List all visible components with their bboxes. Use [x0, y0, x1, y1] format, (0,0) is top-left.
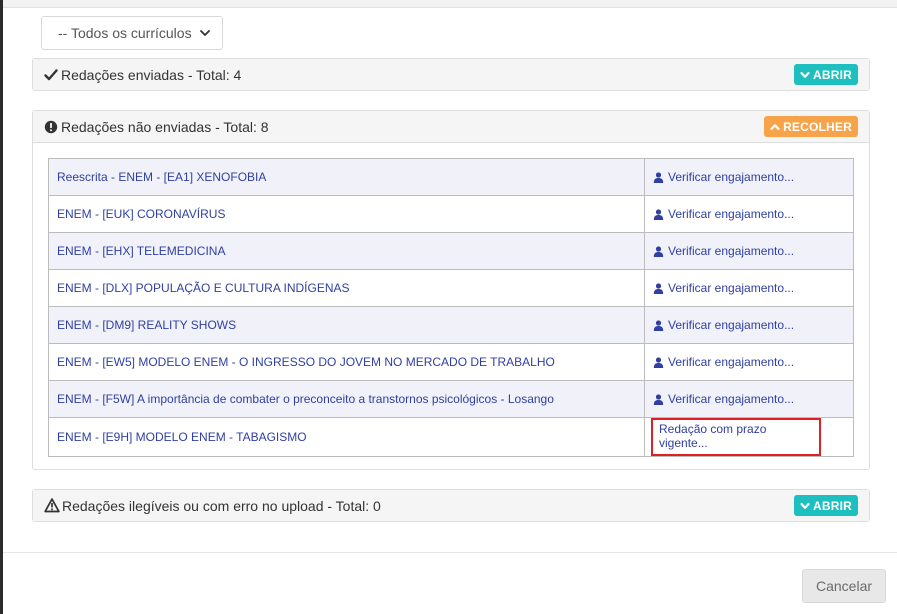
user-icon [653, 393, 664, 405]
essay-name-link[interactable]: ENEM - [E9H] MODELO ENEM - TABAGISMO [48, 417, 645, 457]
panel-not-sent-heading[interactable]: Redações não enviadas - Total: 8 RECOLHE… [33, 111, 869, 143]
collapse-not-sent-button[interactable]: RECOLHER [764, 116, 858, 137]
modal-top-band [3, 0, 897, 8]
essay-name-link[interactable]: ENEM - [EUK] CORONAVÍRUS [48, 195, 645, 233]
verify-engagement-link[interactable]: Verificar engajamento... [653, 207, 845, 221]
open-illegible-label: ABRIR [813, 498, 852, 513]
open-sent-button[interactable]: ABRIR [794, 64, 858, 85]
verify-engagement-link[interactable]: Verificar engajamento... [653, 281, 845, 295]
verify-engagement-label: Verificar engajamento... [668, 355, 795, 369]
chevron-up-icon [770, 123, 780, 130]
deadline-status-link[interactable]: Redação com prazo vigente... [651, 418, 821, 456]
essay-name-link[interactable]: Reescrita - ENEM - [EA1] XENOFOBIA [48, 158, 645, 196]
exclamation-circle-icon [44, 120, 58, 133]
panel-sent-title: Redações enviadas - Total: 4 [61, 66, 242, 83]
table-row: ENEM - [EUK] CORONAVÍRUS Verificar engaj… [48, 195, 854, 233]
user-icon [653, 171, 664, 183]
chevron-down-icon [800, 502, 810, 509]
collapse-not-sent-label: RECOLHER [783, 119, 852, 134]
user-icon [653, 208, 664, 220]
curriculum-filter-select[interactable]: -- Todos os currículos [41, 16, 223, 50]
verify-engagement-link[interactable]: Verificar engajamento... [653, 318, 845, 332]
essay-name-link[interactable]: ENEM - [DLX] POPULAÇÃO E CULTURA INDÍGEN… [48, 269, 645, 307]
table-row: ENEM - [F5W] A importância de combater o… [48, 380, 854, 418]
curriculum-filter-value: -- Todos os currículos [58, 25, 192, 41]
footer-divider [3, 552, 897, 553]
table-row: ENEM - [EHX] TELEMEDICINA Verificar enga… [48, 232, 854, 270]
panel-illegible-title: Redações ilegíveis ou com erro no upload… [62, 497, 381, 514]
essay-name-link[interactable]: ENEM - [F5W] A importância de combater o… [48, 380, 645, 418]
user-icon [653, 319, 664, 331]
user-icon [653, 356, 664, 368]
verify-engagement-label: Verificar engajamento... [668, 207, 795, 221]
not-sent-essays-table: Reescrita - ENEM - [EA1] XENOFOBIA Verif… [48, 158, 854, 457]
verify-engagement-label: Verificar engajamento... [668, 170, 795, 184]
chevron-down-icon [200, 30, 210, 36]
check-icon [44, 68, 58, 80]
user-icon [653, 282, 664, 294]
table-row: Reescrita - ENEM - [EA1] XENOFOBIA Verif… [48, 158, 854, 196]
user-icon [653, 245, 664, 257]
table-row: ENEM - [EW5] MODELO ENEM - O INGRESSO DO… [48, 343, 854, 381]
essay-name-link[interactable]: ENEM - [EW5] MODELO ENEM - O INGRESSO DO… [48, 343, 645, 381]
window-edge [0, 0, 3, 614]
table-row: ENEM - [E9H] MODELO ENEM - TABAGISMO Red… [48, 417, 854, 457]
panel-not-sent-title: Redações não enviadas - Total: 8 [61, 118, 269, 135]
verify-engagement-label: Verificar engajamento... [668, 281, 795, 295]
chevron-down-icon [800, 71, 810, 78]
panel-sent-essays: Redações enviadas - Total: 4 ABRIR [32, 58, 870, 91]
essay-name-link[interactable]: ENEM - [DM9] REALITY SHOWS [48, 306, 645, 344]
verify-engagement-link[interactable]: Verificar engajamento... [653, 170, 845, 184]
essay-name-link[interactable]: ENEM - [EHX] TELEMEDICINA [48, 232, 645, 270]
cancel-button[interactable]: Cancelar [802, 569, 886, 603]
panel-not-sent-essays: Redações não enviadas - Total: 8 RECOLHE… [32, 110, 870, 470]
verify-engagement-label: Verificar engajamento... [668, 392, 795, 406]
panel-illegible-essays: Redações ilegíveis ou com erro no upload… [32, 489, 870, 522]
panel-sent-heading[interactable]: Redações enviadas - Total: 4 ABRIR [33, 59, 869, 90]
verify-engagement-label: Verificar engajamento... [668, 244, 795, 258]
panel-illegible-heading[interactable]: Redações ilegíveis ou com erro no upload… [33, 490, 869, 521]
table-row: ENEM - [DM9] REALITY SHOWS Verificar eng… [48, 306, 854, 344]
table-row: ENEM - [DLX] POPULAÇÃO E CULTURA INDÍGEN… [48, 269, 854, 307]
verify-engagement-link[interactable]: Verificar engajamento... [653, 244, 845, 258]
open-sent-label: ABRIR [813, 67, 852, 82]
verify-engagement-label: Verificar engajamento... [668, 318, 795, 332]
open-illegible-button[interactable]: ABRIR [794, 495, 858, 516]
verify-engagement-link[interactable]: Verificar engajamento... [653, 392, 845, 406]
verify-engagement-link[interactable]: Verificar engajamento... [653, 355, 845, 369]
warning-triangle-icon [44, 498, 60, 513]
